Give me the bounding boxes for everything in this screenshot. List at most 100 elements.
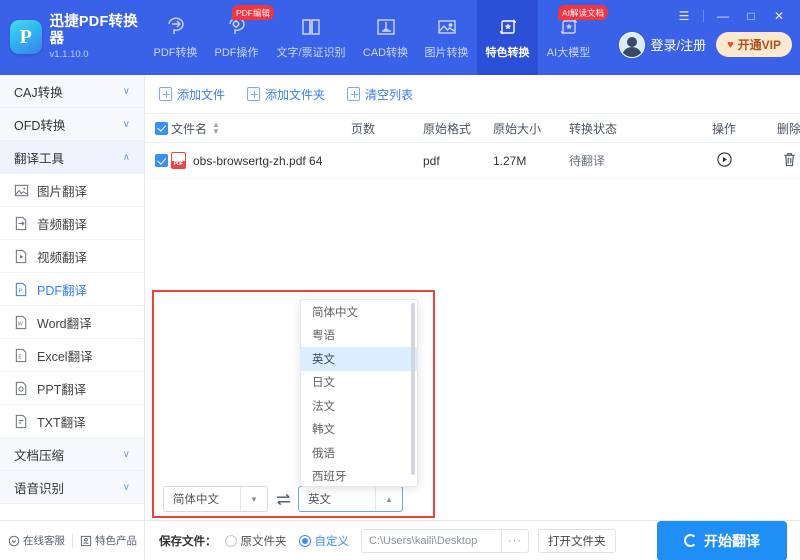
ppt-translate-icon: [14, 381, 29, 396]
dropdown-option-korean[interactable]: 韩文: [301, 418, 417, 442]
dropdown-option-english[interactable]: 英文: [301, 347, 417, 371]
sidebar-item-pdf-translate[interactable]: P PDF翻译: [0, 273, 144, 306]
dropdown-option-spanish[interactable]: 西班牙: [301, 465, 417, 487]
row-select-cell: [145, 154, 171, 168]
chevron-down-icon: ▼: [240, 487, 267, 511]
start-translate-button[interactable]: 开始翻译: [657, 520, 787, 560]
dropdown-option-simplified-chinese[interactable]: 简体中文: [301, 300, 417, 324]
sidebar-item-audio-translate[interactable]: 音频翻译: [0, 207, 144, 240]
avatar: [618, 31, 645, 58]
nav-item-cad-convert[interactable]: CAD转换: [355, 0, 416, 75]
nav-label: 文字/票证识别: [276, 47, 346, 59]
nav-item-pdf-operate[interactable]: PDF编辑 PDF操作: [206, 0, 275, 75]
chevron-up-icon: ▲: [375, 487, 402, 511]
featured-products-label: 特色产品: [95, 535, 137, 547]
radio-custom-folder[interactable]: 自定义: [298, 533, 349, 549]
word-translate-icon: W: [14, 315, 29, 330]
sidebar-group-label: 翻译工具: [14, 151, 65, 166]
nav-badge-ai-doc: AI解读文档: [558, 5, 609, 20]
dropdown-option-japanese[interactable]: 日文: [301, 371, 417, 395]
clear-list-button[interactable]: 清空列表: [347, 86, 413, 103]
sidebar-item-label: 图片翻译: [37, 184, 88, 199]
trash-icon[interactable]: [782, 152, 797, 171]
row-checkbox[interactable]: [155, 154, 168, 167]
account-login-button[interactable]: 登录/注册: [618, 31, 706, 58]
sidebar-group-ofd[interactable]: OFD转换 ∨: [0, 108, 144, 141]
sidebar-item-ppt-translate[interactable]: PPT翻译: [0, 372, 144, 405]
sidebar-item-video-translate[interactable]: 视频翻译: [0, 240, 144, 273]
nav-label: 图片转换: [424, 47, 469, 59]
dropdown-option-russian[interactable]: 俄语: [301, 441, 417, 465]
minimize-icon[interactable]: —: [710, 6, 736, 26]
online-service-label: 在线客服: [23, 535, 65, 547]
dropdown-scrollbar[interactable]: [411, 303, 415, 475]
row-format: pdf: [423, 153, 440, 168]
nav-item-feature-convert[interactable]: 特色转换: [477, 0, 538, 75]
vip-label: 开通VIP: [737, 38, 781, 52]
source-language-select[interactable]: 简体中文 ▼: [163, 486, 268, 512]
sidebar-group-doc-compress[interactable]: 文档压缩 ∨: [0, 438, 144, 471]
target-language-value: 英文: [308, 494, 331, 506]
radio-dot: [298, 534, 311, 547]
featured-products-button[interactable]: 特色产品: [80, 533, 137, 548]
sort-icon[interactable]: ▲ ▼: [212, 121, 220, 136]
source-language-value: 简体中文: [173, 494, 219, 506]
sidebar-item-image-translate[interactable]: 图片翻译: [0, 174, 144, 207]
save-file-label: 保存文件：: [159, 535, 217, 548]
clear-list-label: 清空列表: [365, 87, 414, 102]
online-service-button[interactable]: 在线客服: [8, 533, 65, 548]
table-row[interactable]: PDF obs-browsertg-zh.pdf 64 pdf 1.27M 待翻…: [145, 143, 800, 179]
sidebar-item-label: Word翻译: [37, 316, 92, 331]
heart-icon: ♥: [727, 38, 734, 51]
select-all-checkbox[interactable]: [155, 121, 168, 135]
sidebar-item-label: PPT翻译: [37, 382, 87, 397]
column-status: 转换状态: [569, 121, 618, 136]
sidebar-group-caj[interactable]: CAJ转换 ∨: [0, 75, 144, 108]
nav-item-ai-model[interactable]: AI解读文档 AI大模型: [538, 0, 609, 75]
sidebar-item-excel-translate[interactable]: E Excel翻译: [0, 339, 144, 372]
radio-dot: [224, 534, 237, 547]
sidebar-item-word-translate[interactable]: W Word翻译: [0, 306, 144, 339]
dropdown-option-french[interactable]: 法文: [301, 394, 417, 418]
footer-bar: 保存文件： 原文件夹 自定义 C:\Users\kaili\Desktop ··…: [145, 520, 800, 560]
row-delete-cell: [759, 151, 800, 171]
maximize-icon[interactable]: □: [738, 6, 764, 26]
nav-item-pdf-convert[interactable]: PDF转换: [145, 0, 206, 75]
target-language-select[interactable]: 英文 ▲: [298, 486, 403, 512]
nav-item-image-convert[interactable]: 图片转换: [416, 0, 477, 75]
dropdown-list: 简体中文 粤语 英文 日文 法文 韩文 俄语 西班牙: [301, 300, 417, 486]
main-nav: PDF转换 PDF编辑 PDF操作 文字/票证识别 CAD转换 图片转换 特色转…: [145, 0, 609, 75]
app-title: 迅捷PDF转换器: [49, 14, 138, 48]
sidebar-group-translate-tools[interactable]: 翻译工具 ∧: [0, 141, 144, 174]
open-vip-button[interactable]: ♥ 开通VIP: [716, 32, 792, 57]
sidebar-item-label: TXT翻译: [37, 415, 86, 430]
swap-horizontal-icon: [276, 493, 290, 505]
chevron-down-icon: ∨: [122, 448, 130, 460]
radio-original-folder[interactable]: 原文件夹: [224, 533, 287, 549]
sidebar-item-txt-translate[interactable]: TXT翻译: [0, 405, 144, 438]
sidebar: CAJ转换 ∨ OFD转换 ∨ 翻译工具 ∧ 图片翻译 音频翻译 视频翻译 P …: [0, 75, 145, 520]
chevron-up-icon: ∧: [122, 151, 130, 163]
audio-translate-icon: [14, 216, 29, 231]
column-filename-label: 文件名: [171, 121, 208, 136]
browse-path-button[interactable]: ···: [501, 528, 529, 553]
add-file-button[interactable]: 添加文件: [159, 86, 225, 103]
add-file-label: 添加文件: [177, 87, 226, 102]
close-icon[interactable]: ✕: [766, 6, 792, 26]
txt-translate-icon: [14, 414, 29, 429]
swap-languages-button[interactable]: [268, 492, 298, 507]
sidebar-group-speech-recognition[interactable]: 语音识别 ∨: [0, 471, 144, 504]
target-language-dropdown[interactable]: 简体中文 粤语 英文 日文 法文 韩文 俄语 西班牙: [300, 299, 418, 487]
add-folder-button[interactable]: 添加文件夹: [247, 86, 325, 103]
play-circle-icon[interactable]: [716, 151, 733, 171]
menu-icon[interactable]: ☰: [671, 6, 697, 26]
save-path-input[interactable]: C:\Users\kaili\Desktop: [361, 528, 501, 553]
headset-icon: [8, 535, 20, 546]
file-toolbar: 添加文件 添加文件夹 清空列表: [145, 75, 800, 113]
brand: P 迅捷PDF转换器 v1.1.10.0: [0, 14, 145, 60]
open-folder-button[interactable]: 打开文件夹: [538, 528, 616, 553]
pdf-convert-icon: [164, 15, 188, 39]
dropdown-option-cantonese[interactable]: 粤语: [301, 324, 417, 348]
nav-item-ocr[interactable]: 文字/票证识别: [267, 0, 355, 75]
sidebar-item-label: PDF翻译: [37, 283, 88, 298]
